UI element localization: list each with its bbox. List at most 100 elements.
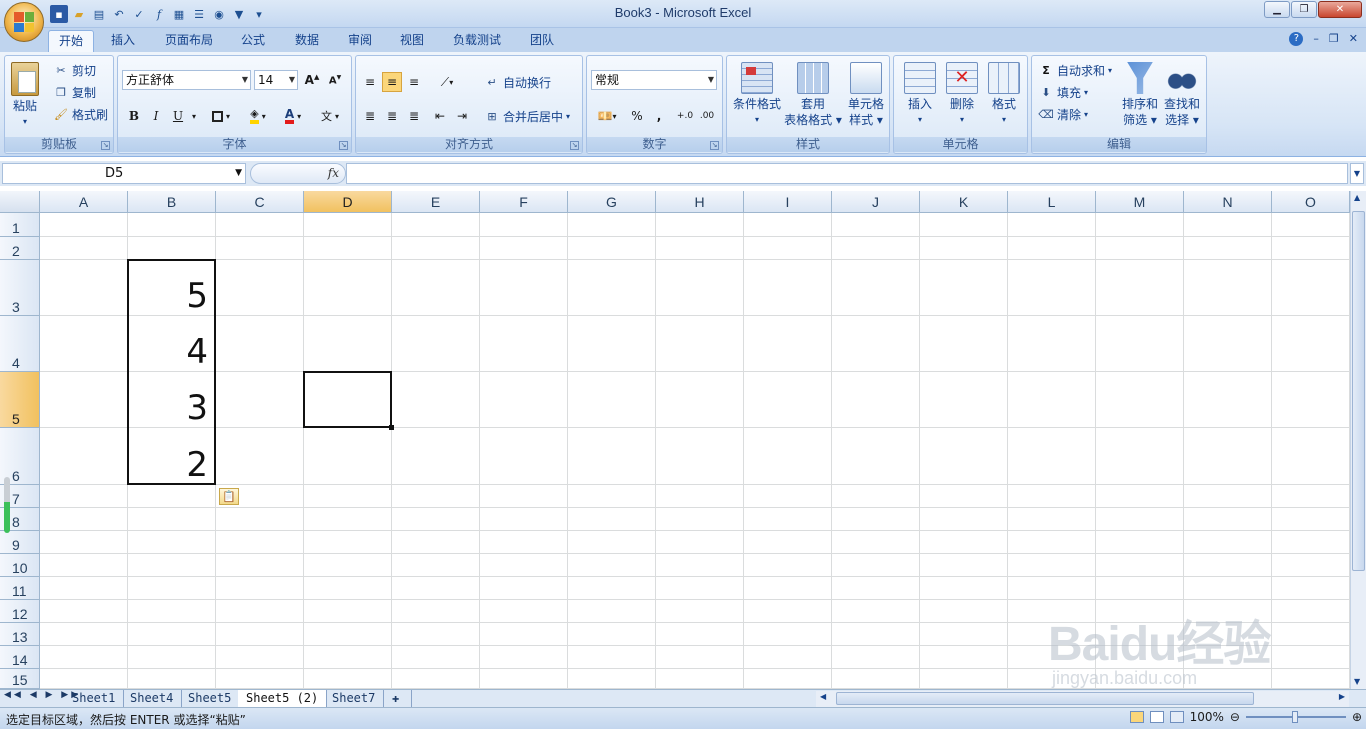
ribbon-restore-icon[interactable]: ❐: [1329, 32, 1339, 46]
column-header-i[interactable]: I: [744, 191, 832, 213]
orientation-button[interactable]: ⟋ ▾: [430, 72, 464, 92]
normal-view-icon[interactable]: [1129, 711, 1144, 723]
cell-styles-button[interactable]: 单元格 样式 ▾: [843, 62, 889, 128]
comma-button[interactable]: ,: [649, 106, 669, 126]
formula-input[interactable]: [346, 163, 1348, 184]
sheet-tab-active[interactable]: Sheet5 (2): [238, 690, 328, 707]
vertical-scroll-thumb[interactable]: [1352, 211, 1365, 571]
cut-button[interactable]: ✂ 剪切: [53, 62, 96, 79]
zoom-in-icon[interactable]: ⊕: [1352, 710, 1362, 724]
font-name-combo[interactable]: 方正舒体 ▼: [122, 70, 251, 90]
find-select-button[interactable]: 查找和 选择 ▾: [1162, 62, 1202, 128]
align-bottom-button[interactable]: ≡: [404, 72, 424, 92]
office-button[interactable]: [4, 2, 44, 42]
font-launcher-icon[interactable]: ↘: [339, 141, 348, 150]
tab-data[interactable]: 数据: [285, 30, 329, 52]
increase-font-button[interactable]: A▲: [302, 70, 322, 90]
align-middle-button[interactable]: ≡: [382, 72, 402, 92]
tab-insert[interactable]: 插入: [101, 30, 145, 52]
tab-home[interactable]: 开始: [48, 30, 95, 52]
clear-button[interactable]: ⌫ 清除 ▾: [1038, 106, 1088, 123]
align-right-button[interactable]: ≣: [404, 106, 424, 126]
borders-button[interactable]: ▾: [206, 106, 236, 126]
row-header-14[interactable]: 14: [0, 646, 40, 669]
row-header-4[interactable]: 4: [0, 316, 40, 372]
sort-filter-button[interactable]: 排序和 筛选 ▾: [1120, 62, 1160, 128]
format-cells-button[interactable]: 格式 ▾: [984, 62, 1024, 128]
column-header-n[interactable]: N: [1184, 191, 1272, 213]
row-header-15[interactable]: 15: [0, 669, 40, 689]
insert-sheet-icon[interactable]: ✚: [384, 690, 412, 707]
close-button[interactable]: ✕: [1318, 1, 1362, 18]
increase-indent-button[interactable]: ⇥: [452, 106, 472, 126]
delete-cells-button[interactable]: ✕ 删除 ▾: [942, 62, 982, 128]
underline-button[interactable]: U: [168, 106, 188, 126]
percent-button[interactable]: %: [627, 106, 647, 126]
bold-button[interactable]: B: [124, 106, 144, 126]
row-header-12[interactable]: 12: [0, 600, 40, 623]
column-header-m[interactable]: M: [1096, 191, 1184, 213]
paste-options-icon[interactable]: 📋: [219, 488, 239, 505]
row-header-3[interactable]: 3: [0, 260, 40, 316]
wrap-text-button[interactable]: ↵ 自动换行: [484, 74, 551, 91]
tab-page-layout[interactable]: 页面布局: [155, 30, 223, 52]
column-header-b[interactable]: B: [128, 191, 216, 213]
help-icon[interactable]: ?: [1289, 32, 1304, 46]
zoom-slider-thumb[interactable]: [1291, 711, 1298, 723]
column-header-d[interactable]: D: [304, 191, 392, 213]
column-header-g[interactable]: G: [568, 191, 656, 213]
minimize-button[interactable]: ▁: [1264, 1, 1290, 18]
sheet-tab[interactable]: Sheet4: [122, 690, 183, 707]
sheet-tab[interactable]: Sheet7: [324, 690, 385, 707]
scroll-left-icon[interactable]: ◀: [820, 692, 826, 701]
decrease-indent-button[interactable]: ⇤: [430, 106, 450, 126]
horizontal-scroll-thumb[interactable]: [836, 692, 1254, 705]
autosum-button[interactable]: Σ 自动求和 ▾: [1038, 62, 1112, 79]
number-launcher-icon[interactable]: ↘: [710, 141, 719, 150]
insert-cells-button[interactable]: 插入 ▾: [900, 62, 940, 128]
align-left-button[interactable]: ≣: [360, 106, 380, 126]
tab-load-test[interactable]: 负载测试: [443, 30, 511, 52]
select-all-corner[interactable]: [0, 191, 40, 213]
column-header-k[interactable]: K: [920, 191, 1008, 213]
row-header-13[interactable]: 13: [0, 623, 40, 646]
align-top-button[interactable]: ≡: [360, 72, 380, 92]
tab-review[interactable]: 审阅: [338, 30, 382, 52]
tab-view[interactable]: 视图: [390, 30, 434, 52]
row-header-1[interactable]: 1: [0, 213, 40, 237]
clipboard-launcher-icon[interactable]: ↘: [101, 141, 110, 150]
column-header-f[interactable]: F: [480, 191, 568, 213]
conditional-formatting-button[interactable]: 条件格式 ▾: [731, 62, 783, 128]
scroll-down-icon[interactable]: ▼: [1354, 677, 1360, 686]
format-painter-button[interactable]: 🖌 格式刷: [53, 106, 108, 123]
phonetic-button[interactable]: 文 ▾: [314, 106, 346, 126]
column-header-a[interactable]: A: [40, 191, 128, 213]
vertical-scrollbar[interactable]: ▲ ▼: [1350, 191, 1366, 689]
page-break-view-icon[interactable]: [1169, 711, 1184, 723]
row-header-2[interactable]: 2: [0, 237, 40, 260]
format-as-table-button[interactable]: 套用 表格格式 ▾: [783, 62, 843, 128]
merge-center-button[interactable]: ⊞ 合并后居中 ▾: [484, 108, 570, 125]
maximize-button[interactable]: ❐: [1291, 1, 1317, 18]
row-header-9[interactable]: 9: [0, 531, 40, 554]
scroll-right-icon[interactable]: ▶: [1339, 692, 1345, 701]
zoom-slider[interactable]: [1245, 711, 1346, 723]
expand-formula-bar-icon[interactable]: ▼: [1350, 163, 1364, 184]
ribbon-minimize-icon[interactable]: –: [1313, 32, 1319, 46]
font-size-combo[interactable]: 14 ▼: [254, 70, 298, 90]
selected-cell-border[interactable]: [303, 371, 392, 428]
column-header-c[interactable]: C: [216, 191, 304, 213]
horizontal-scrollbar[interactable]: ◀ ▶: [816, 691, 1349, 707]
paste-button[interactable]: 粘贴 ▾: [11, 62, 39, 130]
fill-handle[interactable]: [389, 425, 394, 430]
ribbon-close-icon[interactable]: ✕: [1349, 32, 1358, 46]
column-header-o[interactable]: O: [1272, 191, 1350, 213]
align-center-button[interactable]: ≣: [382, 106, 402, 126]
insert-function-button[interactable]: fx: [250, 163, 346, 184]
font-color-button[interactable]: A ▾: [278, 106, 308, 126]
fill-button[interactable]: ⬇ 填充 ▾: [1038, 84, 1088, 101]
scroll-up-icon[interactable]: ▲: [1354, 193, 1360, 202]
name-box[interactable]: D5 ▼: [2, 163, 246, 184]
zoom-out-icon[interactable]: ⊖: [1230, 710, 1240, 724]
accounting-format-button[interactable]: 💴 ▾: [591, 106, 623, 126]
